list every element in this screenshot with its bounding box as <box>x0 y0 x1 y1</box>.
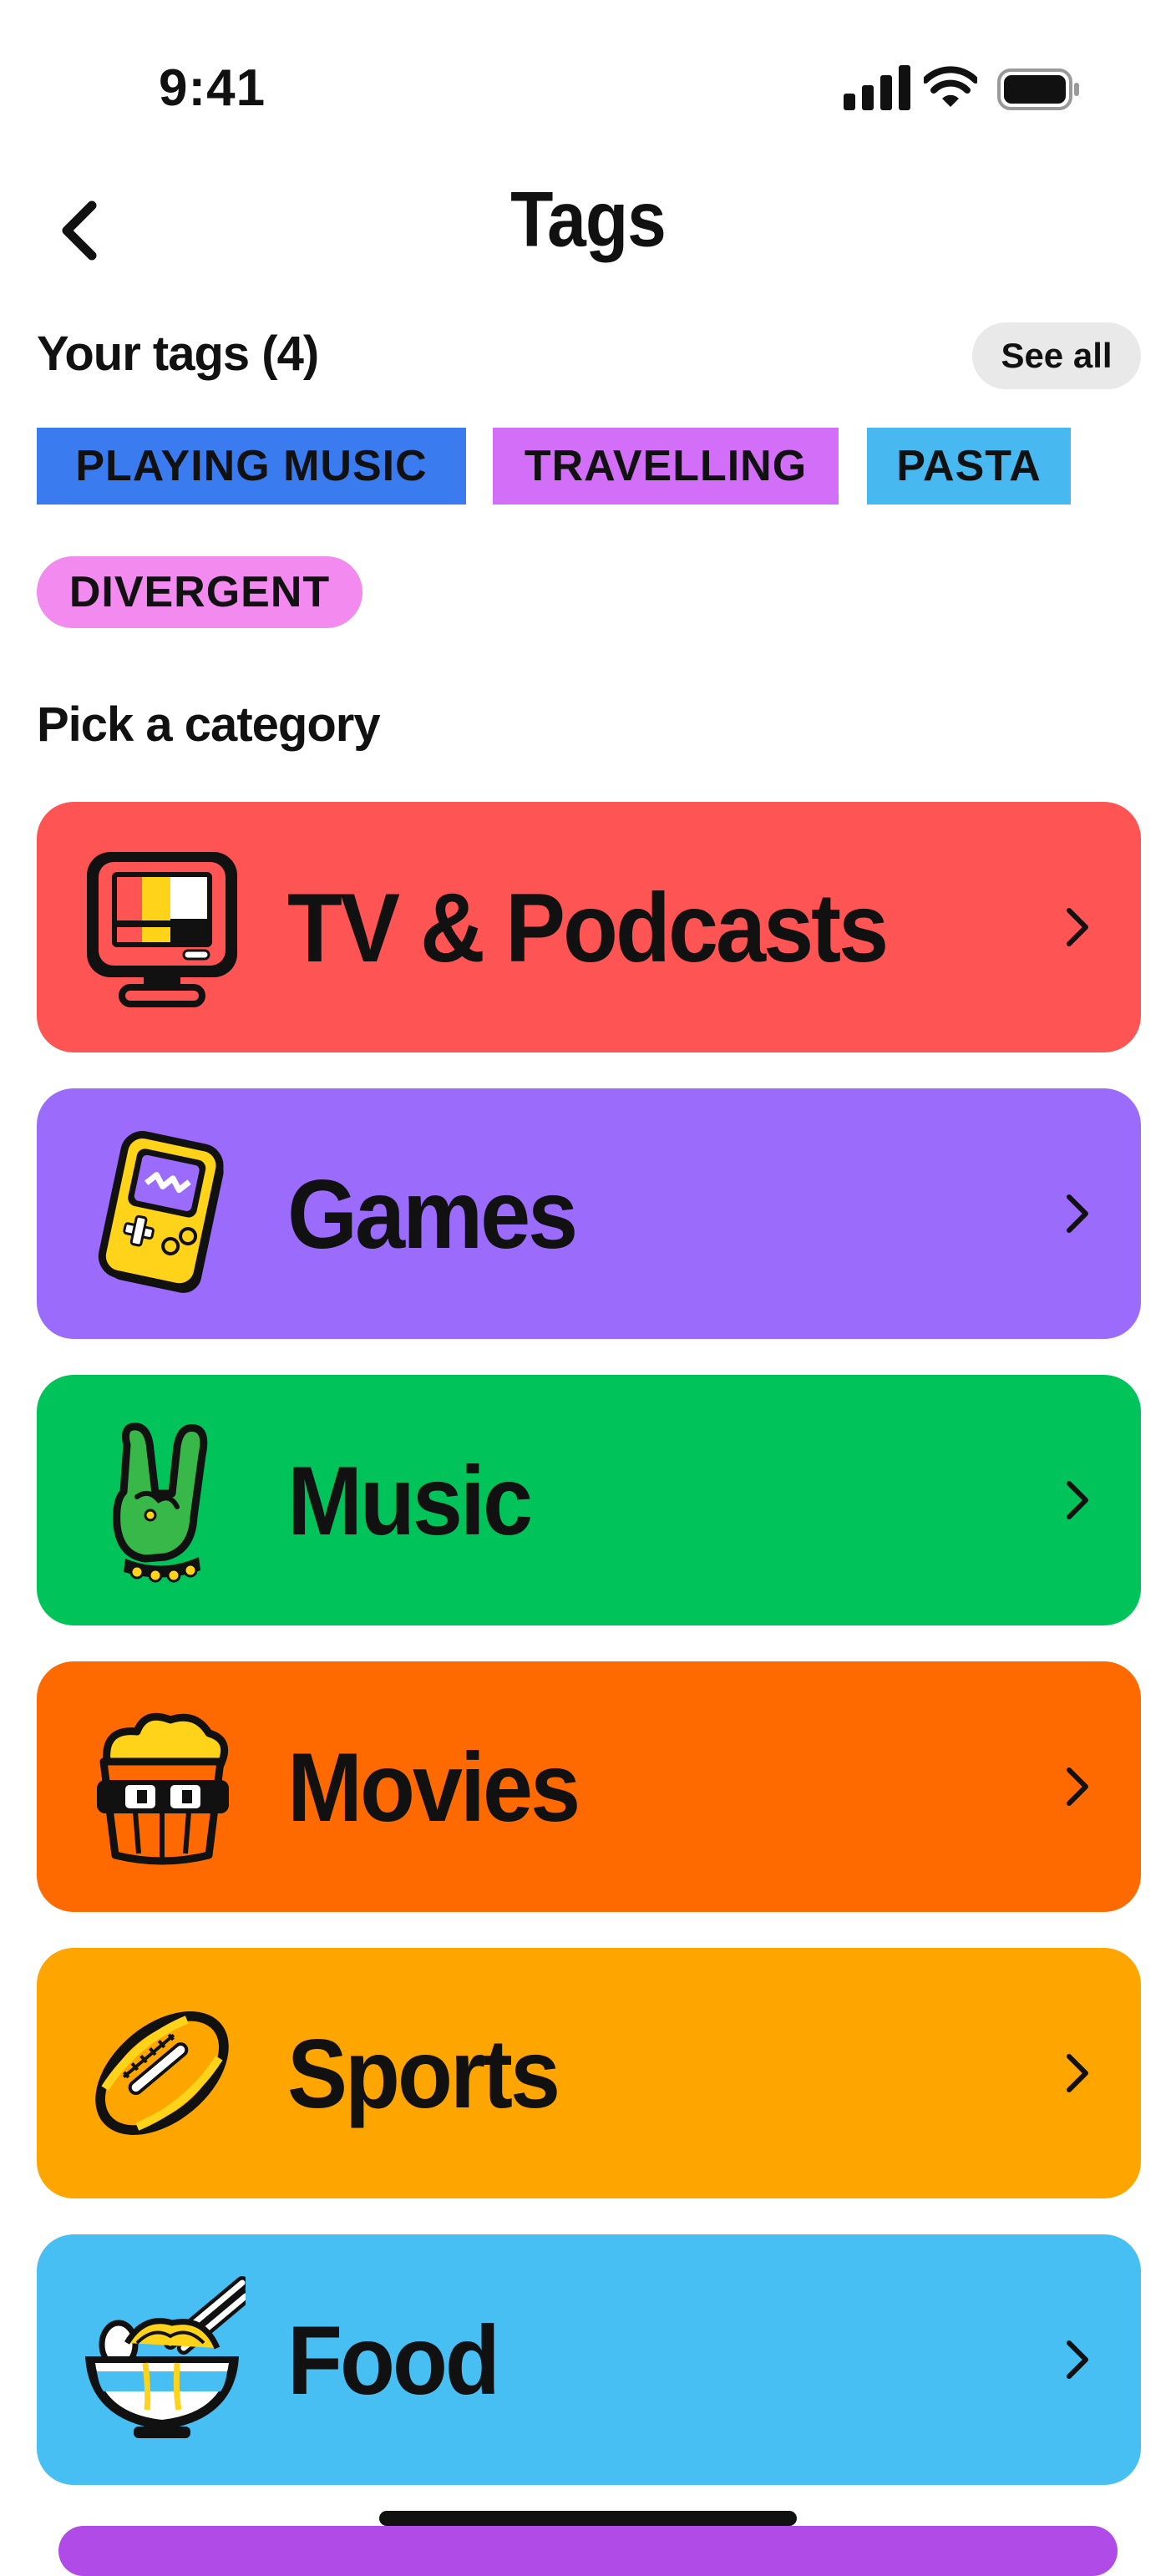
category-label: Movies <box>287 1732 580 1842</box>
category-label: Games <box>287 1159 578 1269</box>
chevron-right-icon <box>1067 2340 1088 2379</box>
category-label: Food <box>287 2305 500 2415</box>
category-section-title: Pick a category <box>37 697 381 752</box>
category-games[interactable]: Games <box>37 1088 1141 1339</box>
tag-label: PASTA <box>896 442 1042 490</box>
cellular-signal-icon <box>844 65 910 110</box>
tag-playing-music[interactable]: PLAYING MUSIC <box>37 428 466 505</box>
tag-pasta[interactable]: PASTA <box>867 428 1071 505</box>
chevron-right-icon <box>1067 2054 1088 2092</box>
battery-icon <box>997 68 1079 110</box>
popcorn-icon <box>97 1712 229 1865</box>
category-label: Sports <box>287 2018 560 2128</box>
category-movies[interactable]: Movies <box>37 1661 1141 1912</box>
rock-hand-icon <box>113 1422 208 1583</box>
chevron-right-icon <box>1067 1194 1088 1233</box>
game-console-icon <box>98 1131 224 1293</box>
page-title: Tags <box>510 175 667 263</box>
category-label: TV & Podcasts <box>287 872 889 982</box>
category-tv-podcasts[interactable]: TV & Podcasts <box>37 802 1141 1052</box>
tag-travelling[interactable]: TRAVELLING <box>493 428 839 505</box>
chevron-right-icon <box>1067 1767 1088 1806</box>
tag-divergent[interactable]: DIVERGENT <box>37 556 362 628</box>
tv-icon <box>87 852 237 1007</box>
tag-label: PLAYING MUSIC <box>75 442 428 490</box>
see-all-button[interactable]: See all <box>972 322 1141 389</box>
category-food[interactable]: Food <box>37 2234 1141 2485</box>
tag-label: TRAVELLING <box>524 442 808 490</box>
category-sports[interactable]: Sports <box>37 1948 1141 2198</box>
category-card-partial[interactable] <box>58 2526 1118 2576</box>
football-icon <box>95 2011 229 2135</box>
category-music[interactable]: Music <box>37 1375 1141 1625</box>
category-label: Music <box>287 1445 533 1555</box>
home-indicator <box>379 2511 797 2526</box>
noodle-bowl-icon <box>85 2276 246 2438</box>
chevron-right-icon <box>1067 1481 1088 1519</box>
wifi-icon <box>924 66 977 107</box>
status-time: 9:41 <box>159 59 266 117</box>
your-tags-title: Your tags (4) <box>37 327 319 381</box>
tag-label: DIVERGENT <box>68 568 331 616</box>
chevron-right-icon <box>1067 908 1088 946</box>
